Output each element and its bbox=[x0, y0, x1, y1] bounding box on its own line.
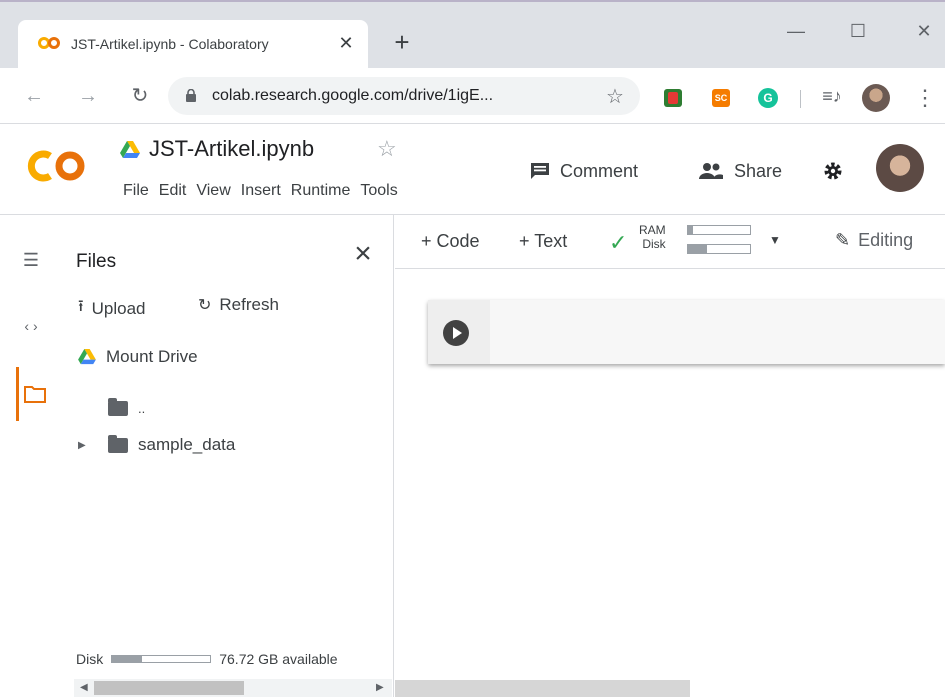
disk-usage: Disk 76.72 GB available bbox=[76, 651, 338, 667]
people-icon bbox=[699, 163, 723, 179]
scroll-left-icon[interactable]: ◀ bbox=[80, 679, 88, 697]
add-code-button[interactable]: + Code bbox=[421, 231, 480, 252]
menu-tools[interactable]: Tools bbox=[355, 182, 402, 206]
grammarly-extension-icon[interactable]: G bbox=[758, 88, 778, 108]
ram-usage-bar[interactable] bbox=[687, 225, 751, 235]
reload-icon[interactable]: ↻ bbox=[126, 82, 154, 110]
refresh-button[interactable]: ↻ Refresh bbox=[198, 295, 279, 315]
upload-button[interactable]: ⭱ Upload bbox=[78, 295, 145, 322]
colab-header: JST-Artikel.ipynb ☆ File Edit View Inser… bbox=[0, 124, 945, 215]
notebook-horizontal-scrollbar[interactable] bbox=[395, 680, 690, 697]
resources-dropdown-icon[interactable]: ▼ bbox=[769, 233, 781, 247]
new-tab-button[interactable]: + bbox=[388, 28, 416, 56]
comment-icon bbox=[531, 163, 549, 179]
menu-runtime[interactable]: Runtime bbox=[286, 182, 356, 206]
minimize-button[interactable]: — bbox=[781, 16, 811, 46]
menu-bar: File Edit View Insert Runtime Tools bbox=[118, 182, 403, 206]
browser-tab-strip: JST-Artikel.ipynb - Colaboratory ✕ + — ☐… bbox=[0, 0, 945, 70]
cell-gutter bbox=[428, 300, 490, 364]
cell-editor[interactable] bbox=[490, 300, 945, 364]
folder-label: sample_data bbox=[138, 435, 236, 454]
disk-usage-fill bbox=[112, 656, 142, 662]
address-bar[interactable]: colab.research.google.com/drive/1igE... … bbox=[168, 77, 640, 115]
refresh-icon: ↻ bbox=[198, 297, 212, 314]
expand-arrow-icon[interactable]: ▶ bbox=[78, 440, 98, 451]
files-panel: Files × ⭱ Upload ↻ Refresh Mount Drive .… bbox=[56, 215, 394, 697]
comment-button[interactable]: Comment bbox=[530, 156, 638, 186]
mount-drive-label: Mount Drive bbox=[106, 347, 198, 366]
toolbar-divider bbox=[800, 90, 801, 108]
sc-extension-icon[interactable]: SC bbox=[712, 89, 730, 107]
scrollbar-thumb[interactable] bbox=[94, 681, 244, 695]
disk-label: Disk bbox=[642, 237, 666, 251]
red-extension-icon[interactable] bbox=[664, 89, 682, 107]
disk-usage-bar[interactable] bbox=[687, 244, 751, 254]
bookmark-star-icon[interactable]: ☆ bbox=[606, 84, 624, 109]
upload-icon: ⭱ bbox=[78, 298, 84, 315]
share-label: Share bbox=[734, 160, 783, 181]
close-panel-icon[interactable]: × bbox=[348, 239, 378, 269]
menu-view[interactable]: View bbox=[191, 182, 235, 206]
connected-check-icon: ✓ bbox=[609, 230, 628, 255]
tab-close-icon[interactable]: ✕ bbox=[334, 31, 358, 55]
active-indicator bbox=[16, 367, 19, 421]
editing-label: Editing bbox=[858, 230, 914, 250]
browser-menu-icon[interactable]: ⋮ bbox=[914, 84, 936, 112]
refresh-label: Refresh bbox=[219, 295, 279, 314]
upload-label: Upload bbox=[91, 298, 146, 318]
left-rail: ☰ ‹ › bbox=[0, 215, 56, 697]
colab-logo[interactable] bbox=[22, 146, 92, 186]
folder-item-sample-data[interactable]: ▶ sample_data bbox=[78, 434, 236, 455]
account-avatar[interactable] bbox=[876, 144, 924, 192]
menu-insert[interactable]: Insert bbox=[236, 182, 286, 206]
parent-directory-item[interactable]: .. bbox=[108, 398, 146, 416]
menu-file[interactable]: File bbox=[118, 182, 154, 206]
maximize-button[interactable]: ☐ bbox=[843, 16, 873, 46]
profile-avatar[interactable] bbox=[862, 84, 890, 112]
table-of-contents-icon[interactable]: ☰ bbox=[18, 247, 44, 273]
url-text: colab.research.google.com/drive/1igE... bbox=[212, 87, 494, 104]
disk-label: Disk bbox=[76, 651, 104, 667]
notebook-title[interactable]: JST-Artikel.ipynb bbox=[149, 136, 314, 162]
ram-usage-fill bbox=[688, 226, 693, 234]
notebook-toolbar: + Code + Text ✓ RAM Disk ▼ ✎ Editing bbox=[395, 215, 945, 269]
scroll-right-icon[interactable]: ▶ bbox=[376, 679, 384, 697]
files-horizontal-scrollbar[interactable]: ◀ ▶ bbox=[74, 679, 392, 697]
disk-usage-fill bbox=[688, 245, 707, 253]
ram-label: RAM bbox=[639, 223, 666, 237]
settings-gear-icon[interactable] bbox=[822, 160, 844, 182]
disk-available-text: 76.72 GB available bbox=[219, 651, 338, 667]
tab-title: JST-Artikel.ipynb - Colaboratory bbox=[71, 36, 269, 52]
media-queue-icon[interactable]: ≡♪ bbox=[818, 82, 846, 110]
share-button[interactable]: Share bbox=[698, 156, 782, 186]
files-title: Files bbox=[76, 251, 117, 272]
mount-drive-button[interactable]: Mount Drive bbox=[78, 347, 198, 367]
google-drive-icon bbox=[78, 349, 96, 365]
browser-tab[interactable]: JST-Artikel.ipynb - Colaboratory ✕ bbox=[18, 20, 368, 70]
parent-directory-label: .. bbox=[138, 401, 146, 416]
browser-toolbar: ← → ↻ colab.research.google.com/drive/1i… bbox=[0, 68, 945, 124]
folder-icon[interactable] bbox=[24, 385, 46, 403]
lock-icon bbox=[186, 89, 196, 102]
folder-up-icon bbox=[108, 398, 128, 416]
pencil-icon: ✎ bbox=[835, 230, 851, 250]
disk-usage-bar bbox=[111, 655, 212, 663]
star-notebook-icon[interactable]: ☆ bbox=[377, 136, 397, 162]
colab-favicon-icon bbox=[38, 37, 60, 49]
comment-label: Comment bbox=[560, 160, 639, 181]
run-cell-icon[interactable] bbox=[443, 320, 469, 346]
window-close-button[interactable]: ✕ bbox=[909, 16, 939, 46]
menu-edit[interactable]: Edit bbox=[154, 182, 192, 206]
resource-labels[interactable]: RAM Disk bbox=[639, 223, 666, 251]
google-drive-icon bbox=[120, 141, 140, 158]
add-text-button[interactable]: + Text bbox=[519, 231, 567, 252]
forward-arrow-icon[interactable]: → bbox=[74, 82, 102, 110]
folder-icon bbox=[108, 434, 128, 453]
code-snippets-icon[interactable]: ‹ › bbox=[18, 313, 44, 339]
code-cell[interactable] bbox=[428, 300, 945, 364]
back-arrow-icon[interactable]: ← bbox=[20, 82, 48, 110]
editing-mode-button[interactable]: ✎ Editing bbox=[835, 230, 913, 251]
